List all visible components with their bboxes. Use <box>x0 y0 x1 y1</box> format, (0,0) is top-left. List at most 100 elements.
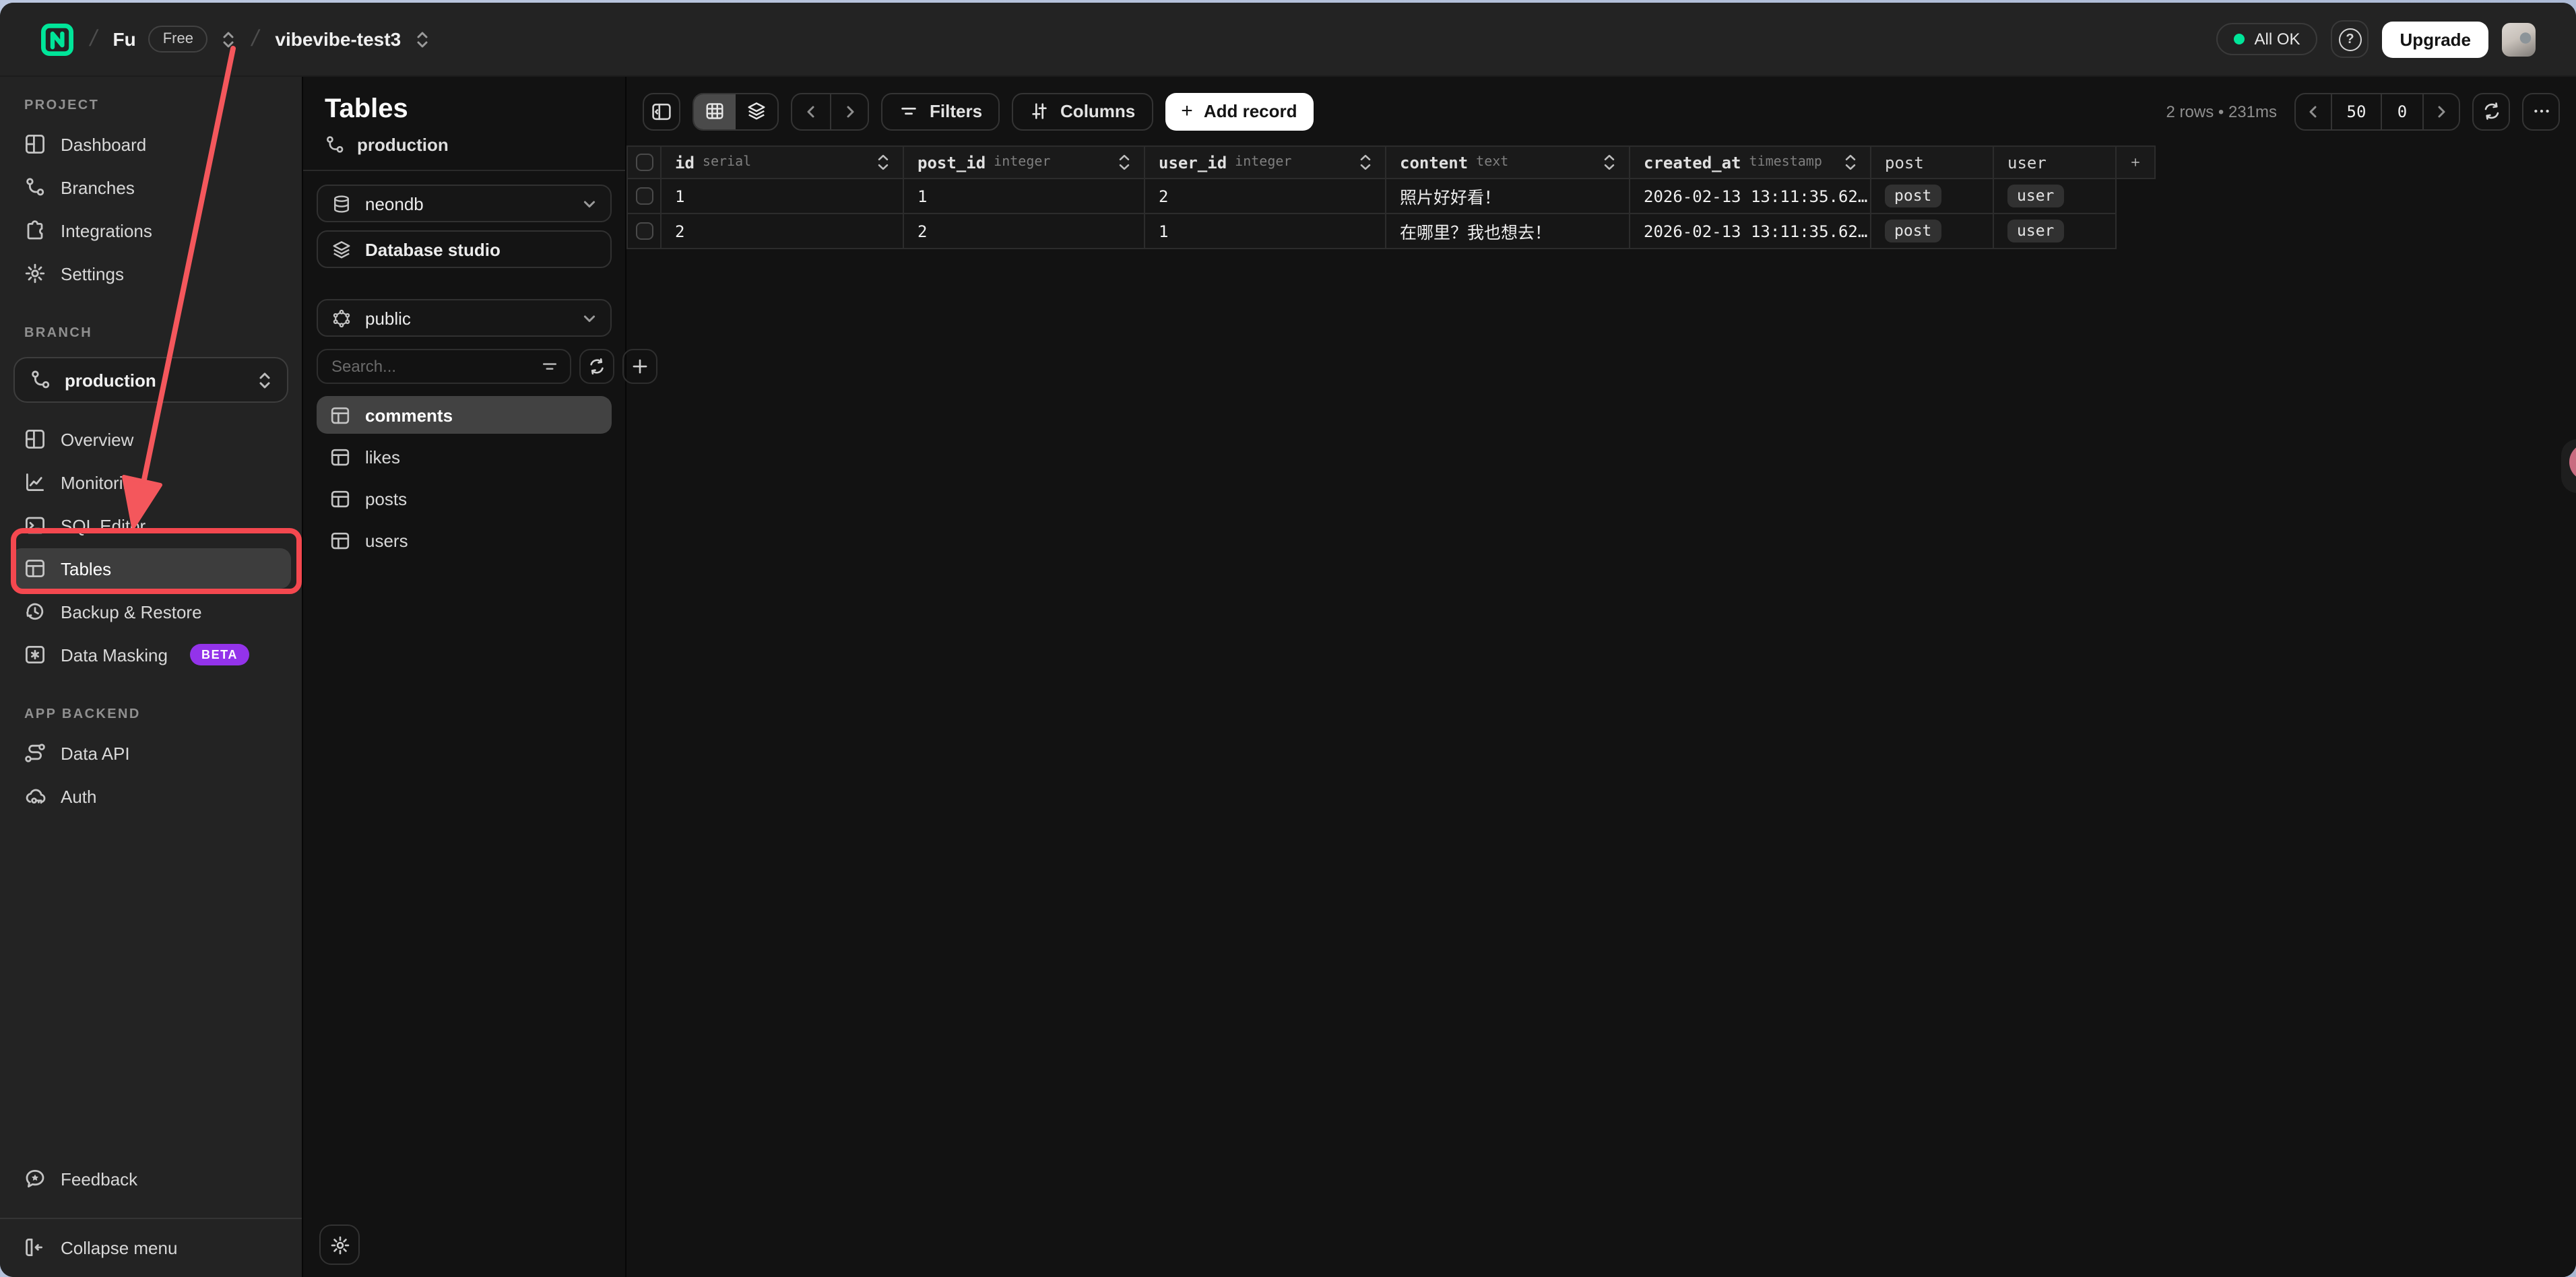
add-record-button[interactable]: + Add record <box>1165 92 1313 130</box>
plan-badge: Free <box>148 26 208 53</box>
sidebar-item-integrations[interactable]: Integrations <box>11 210 291 251</box>
database-studio-button[interactable]: Database studio <box>317 230 612 268</box>
sort-icon[interactable] <box>877 154 889 171</box>
schema-selector[interactable]: public <box>317 299 612 337</box>
column-header-id[interactable]: id serial <box>662 145 904 179</box>
column-header-created-at[interactable]: created_at timestamp <box>1630 145 1871 179</box>
cell-created-at[interactable]: 2026-02-13 13:11:35.62… <box>1630 214 1871 249</box>
cell-user-id[interactable]: 1 <box>1145 214 1386 249</box>
current-branch-label: production <box>357 135 449 155</box>
sort-icon[interactable] <box>1603 154 1615 171</box>
sort-icon[interactable] <box>1118 154 1130 171</box>
column-header-user-id[interactable]: user_id integer <box>1145 145 1386 179</box>
refresh-tables-button[interactable] <box>579 349 614 384</box>
sidebar-item-data-api[interactable]: Data API <box>11 733 291 773</box>
page-offset-input[interactable]: 0 <box>2382 94 2424 129</box>
grid-row[interactable]: 2 2 1 在哪里？我也想去！ 2026-02-13 13:11:35.62… … <box>626 214 2156 249</box>
relation-chip[interactable]: post <box>1885 219 1941 243</box>
column-header-post[interactable]: post <box>1871 145 1994 179</box>
sort-icon[interactable] <box>1844 154 1857 171</box>
cell-content[interactable]: 照片好好看！ <box>1386 179 1630 214</box>
filters-button[interactable]: Filters <box>881 92 1000 130</box>
sidebar-item-label: Collapse menu <box>61 1237 177 1257</box>
project-switcher-chevron-icon[interactable] <box>414 29 429 49</box>
sidebar-item-backup-restore[interactable]: Backup & Restore <box>11 591 291 632</box>
help-button[interactable]: ? <box>2331 20 2369 58</box>
column-header-user[interactable]: user <box>1994 145 2117 179</box>
sidebar-item-dashboard[interactable]: Dashboard <box>11 124 291 164</box>
sort-icon[interactable] <box>1359 154 1372 171</box>
sidebar-item-monitoring[interactable]: Monitoring <box>11 462 291 502</box>
relation-chip[interactable]: post <box>1885 184 1941 208</box>
org-name[interactable]: Fu <box>112 28 135 50</box>
system-status-pill[interactable]: All OK <box>2217 23 2318 55</box>
sidebar-item-auth[interactable]: Auth <box>11 776 291 816</box>
table-list-item-comments[interactable]: comments <box>317 396 612 434</box>
filter-lines-icon[interactable] <box>540 357 559 376</box>
schema-view-button[interactable] <box>736 94 777 129</box>
prev-record-button[interactable] <box>792 94 830 129</box>
org-switcher-chevron-icon[interactable] <box>222 29 236 49</box>
next-record-button[interactable] <box>830 94 868 129</box>
sidebar-item-feedback[interactable]: Feedback <box>11 1158 291 1199</box>
cell-post-relation[interactable]: post <box>1871 179 1994 214</box>
layers-icon <box>331 239 353 259</box>
grid-row[interactable]: 1 1 2 照片好好看！ 2026-02-13 13:11:35.62… pos… <box>626 179 2156 214</box>
database-selector[interactable]: neondb <box>317 185 612 222</box>
panel-toggle-icon <box>651 100 672 122</box>
toggle-sidebar-button[interactable] <box>643 92 680 130</box>
grid-view-button[interactable] <box>694 94 736 129</box>
relation-chip[interactable]: user <box>2007 184 2063 208</box>
collapse-menu-wrap: Collapse menu <box>0 1218 302 1277</box>
project-name[interactable]: vibevibe-test3 <box>275 28 401 50</box>
sidebar-item-settings[interactable]: Settings <box>11 253 291 294</box>
cell-user-relation[interactable]: user <box>1994 179 2117 214</box>
status-ok-dot-icon <box>2234 34 2245 44</box>
branch-selector[interactable]: production <box>13 357 288 403</box>
table-icon <box>330 531 352 551</box>
cell-post-id[interactable]: 2 <box>904 214 1145 249</box>
column-header-post-id[interactable]: post_id integer <box>904 145 1145 179</box>
cell-id[interactable]: 1 <box>662 179 904 214</box>
page-next-button[interactable] <box>2424 94 2459 129</box>
add-table-button[interactable] <box>622 349 657 384</box>
cell-content[interactable]: 在哪里？我也想去！ <box>1386 214 1630 249</box>
upgrade-button[interactable]: Upgrade <box>2383 21 2488 57</box>
table-list-item-likes[interactable]: likes <box>317 439 612 476</box>
column-header-content[interactable]: content text <box>1386 145 1630 179</box>
page-prev-button[interactable] <box>2296 94 2331 129</box>
neon-logo-icon[interactable] <box>40 22 74 56</box>
cell-post-id[interactable]: 1 <box>904 179 1145 214</box>
more-options-button[interactable] <box>2522 92 2560 130</box>
table-list-item-users[interactable]: users <box>317 523 612 559</box>
add-record-label: Add record <box>1204 101 1297 121</box>
cell-post-relation[interactable]: post <box>1871 214 1994 249</box>
table-list-item-posts[interactable]: posts <box>317 481 612 517</box>
refresh-grid-button[interactable] <box>2472 92 2510 130</box>
branch-icon <box>30 369 51 391</box>
sidebar-item-branches[interactable]: Branches <box>11 167 291 207</box>
user-avatar[interactable] <box>2502 22 2536 56</box>
row-checkbox[interactable] <box>635 222 653 240</box>
cell-user-id[interactable]: 2 <box>1145 179 1386 214</box>
table-icon <box>330 447 352 467</box>
page-size-input[interactable]: 50 <box>2331 94 2382 129</box>
add-column-button[interactable] <box>2117 145 2156 179</box>
database-icon <box>331 193 353 214</box>
sidebar-item-data-masking[interactable]: Data Masking BETA <box>11 634 291 675</box>
sidebar-item-overview[interactable]: Overview <box>11 419 291 459</box>
columns-button[interactable]: Columns <box>1012 92 1153 130</box>
sidebar-item-sql-editor[interactable]: SQL Editor <box>11 505 291 546</box>
cell-created-at[interactable]: 2026-02-13 13:11:35.62… <box>1630 179 1871 214</box>
panel-settings-button[interactable] <box>319 1224 360 1265</box>
select-all-checkbox[interactable] <box>635 154 653 171</box>
cell-id[interactable]: 2 <box>662 214 904 249</box>
sidebar-item-label: Overview <box>61 429 133 449</box>
sidebar-item-tables[interactable]: Tables <box>11 548 291 589</box>
cell-user-relation[interactable]: user <box>1994 214 2117 249</box>
relation-chip[interactable]: user <box>2007 219 2063 243</box>
search-input[interactable] <box>331 357 540 376</box>
collapse-menu-button[interactable]: Collapse menu <box>11 1227 291 1268</box>
row-checkbox[interactable] <box>635 187 653 205</box>
grid-toolbar: Filters Columns + Add record <box>626 77 2576 145</box>
